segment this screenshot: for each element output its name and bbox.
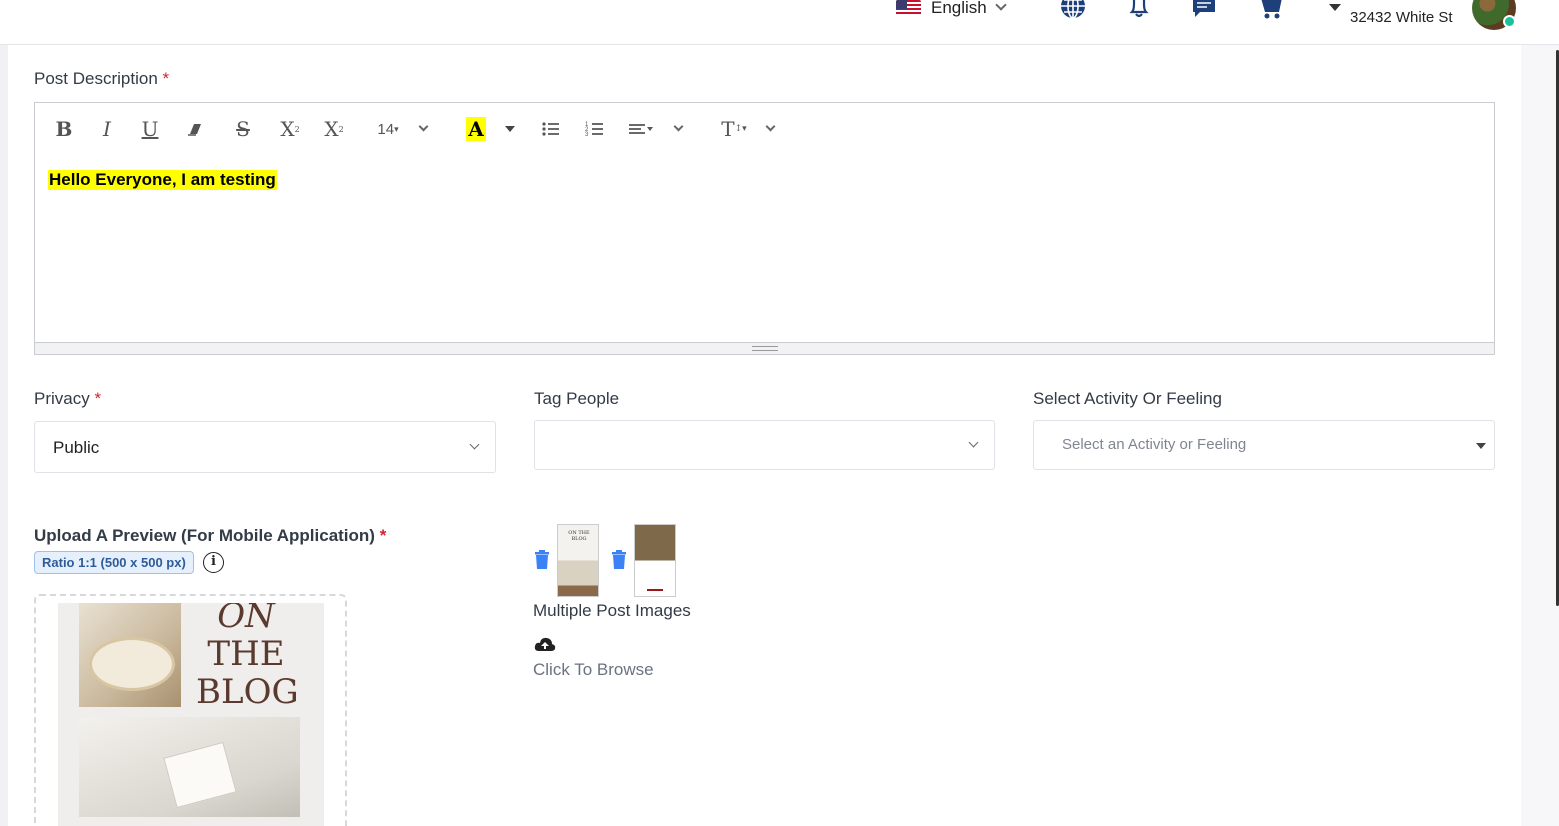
preview-text-line: THE — [207, 634, 285, 674]
bullet-list-icon[interactable] — [541, 117, 561, 141]
privacy-label-text: Privacy — [34, 389, 90, 408]
multiple-images-label: Multiple Post Images — [533, 601, 691, 620]
info-icon[interactable]: i — [203, 552, 224, 573]
language-selector[interactable]: English — [896, 0, 1007, 17]
subscript-button[interactable]: X2 — [322, 117, 346, 141]
upload-preview-title-text: Upload A Preview (For Mobile Application… — [34, 526, 375, 545]
language-label: English — [931, 0, 987, 17]
post-description-label: Post Description * — [34, 69, 169, 89]
click-to-browse-link[interactable]: Click To Browse — [533, 660, 654, 680]
preview-image: ON THE BLOG — [58, 603, 324, 826]
resize-grip-icon — [752, 346, 778, 351]
globe-icon[interactable] — [1061, 0, 1087, 20]
required-mark: * — [94, 389, 102, 408]
preview-photo-cups — [79, 603, 181, 707]
post-description-label-text: Post Description — [34, 69, 158, 88]
trash-icon[interactable] — [611, 550, 627, 569]
top-header: English 32432 White St — [0, 0, 1559, 45]
superscript-letter: X — [280, 117, 295, 141]
tag-people-select[interactable] — [534, 420, 995, 470]
preview-photo-book — [79, 717, 300, 817]
highlight-dropdown-icon[interactable] — [505, 126, 515, 132]
post-image-thumbnail[interactable]: ON THE BLOG — [557, 524, 599, 597]
text-style-letter: T — [721, 117, 735, 141]
post-image-thumbnail[interactable] — [634, 524, 676, 597]
privacy-value: Public — [53, 438, 100, 457]
privacy-select[interactable]: Public — [34, 421, 496, 473]
thumbnail-caption: ON THE BLOG — [568, 530, 590, 542]
preview-blog-text: ON THE BLOG — [196, 603, 299, 712]
underline-button[interactable]: U — [139, 117, 161, 141]
us-flag-icon — [896, 0, 921, 16]
chevron-down-icon — [968, 437, 979, 448]
tag-people-label: Tag People — [534, 389, 620, 408]
bell-icon[interactable] — [1128, 0, 1154, 20]
chat-icon[interactable] — [1192, 0, 1218, 20]
trash-icon[interactable] — [534, 550, 550, 569]
required-mark: * — [379, 526, 387, 545]
ratio-badge: Ratio 1:1 (500 x 500 px) — [34, 551, 194, 574]
subscript-letter: X — [324, 117, 339, 141]
text-style-button[interactable]: T ↕▾ — [719, 117, 749, 141]
caret-down-icon — [1476, 443, 1486, 449]
highlight-color-button[interactable]: A — [466, 117, 486, 141]
activity-label: Select Activity Or Feeling — [1033, 389, 1222, 408]
required-mark: * — [162, 69, 170, 88]
font-size-chevron-icon[interactable] — [418, 121, 429, 132]
align-icon[interactable] — [628, 117, 656, 141]
text-style-chevron-icon[interactable] — [765, 121, 776, 132]
scrollbar-track — [1521, 45, 1559, 826]
numbered-list-icon[interactable]: 1 2 3 — [585, 117, 605, 141]
chevron-down-icon — [995, 0, 1007, 11]
cart-icon[interactable] — [1259, 0, 1285, 20]
chevron-down-icon — [469, 439, 480, 450]
superscript-button[interactable]: X2 — [278, 117, 302, 141]
activity-placeholder: Select an Activity or Feeling — [1062, 436, 1247, 453]
font-size-select[interactable]: 14 ▾ — [373, 117, 403, 141]
align-chevron-icon[interactable] — [673, 121, 684, 132]
user-menu-caret-icon[interactable] — [1329, 4, 1341, 11]
strikethrough-button[interactable]: S — [232, 117, 254, 141]
cloud-upload-icon[interactable] — [534, 636, 556, 652]
privacy-label: Privacy * — [34, 389, 101, 409]
bold-button[interactable]: B — [53, 117, 75, 141]
preview-text-line: BLOG — [196, 672, 299, 712]
eraser-icon[interactable] — [185, 117, 203, 141]
upload-preview-title: Upload A Preview (For Mobile Application… — [34, 526, 386, 546]
font-size-value: 14 — [377, 120, 395, 138]
editor-resize-handle[interactable] — [35, 342, 1494, 354]
preview-text-line: ON — [217, 603, 275, 636]
svg-text:3: 3 — [585, 132, 589, 138]
editor-content[interactable]: Hello Everyone, I am testing — [48, 170, 277, 190]
italic-button[interactable]: I — [96, 117, 118, 141]
activity-select[interactable]: Select an Activity or Feeling — [1033, 420, 1495, 470]
user-address: 32432 White St — [1350, 9, 1453, 26]
rich-text-editor[interactable]: B I U S X2 X2 14 ▾ A 1 2 3 T ↕▾ Hello Ever… — [34, 102, 1495, 355]
online-status-dot — [1503, 15, 1516, 28]
